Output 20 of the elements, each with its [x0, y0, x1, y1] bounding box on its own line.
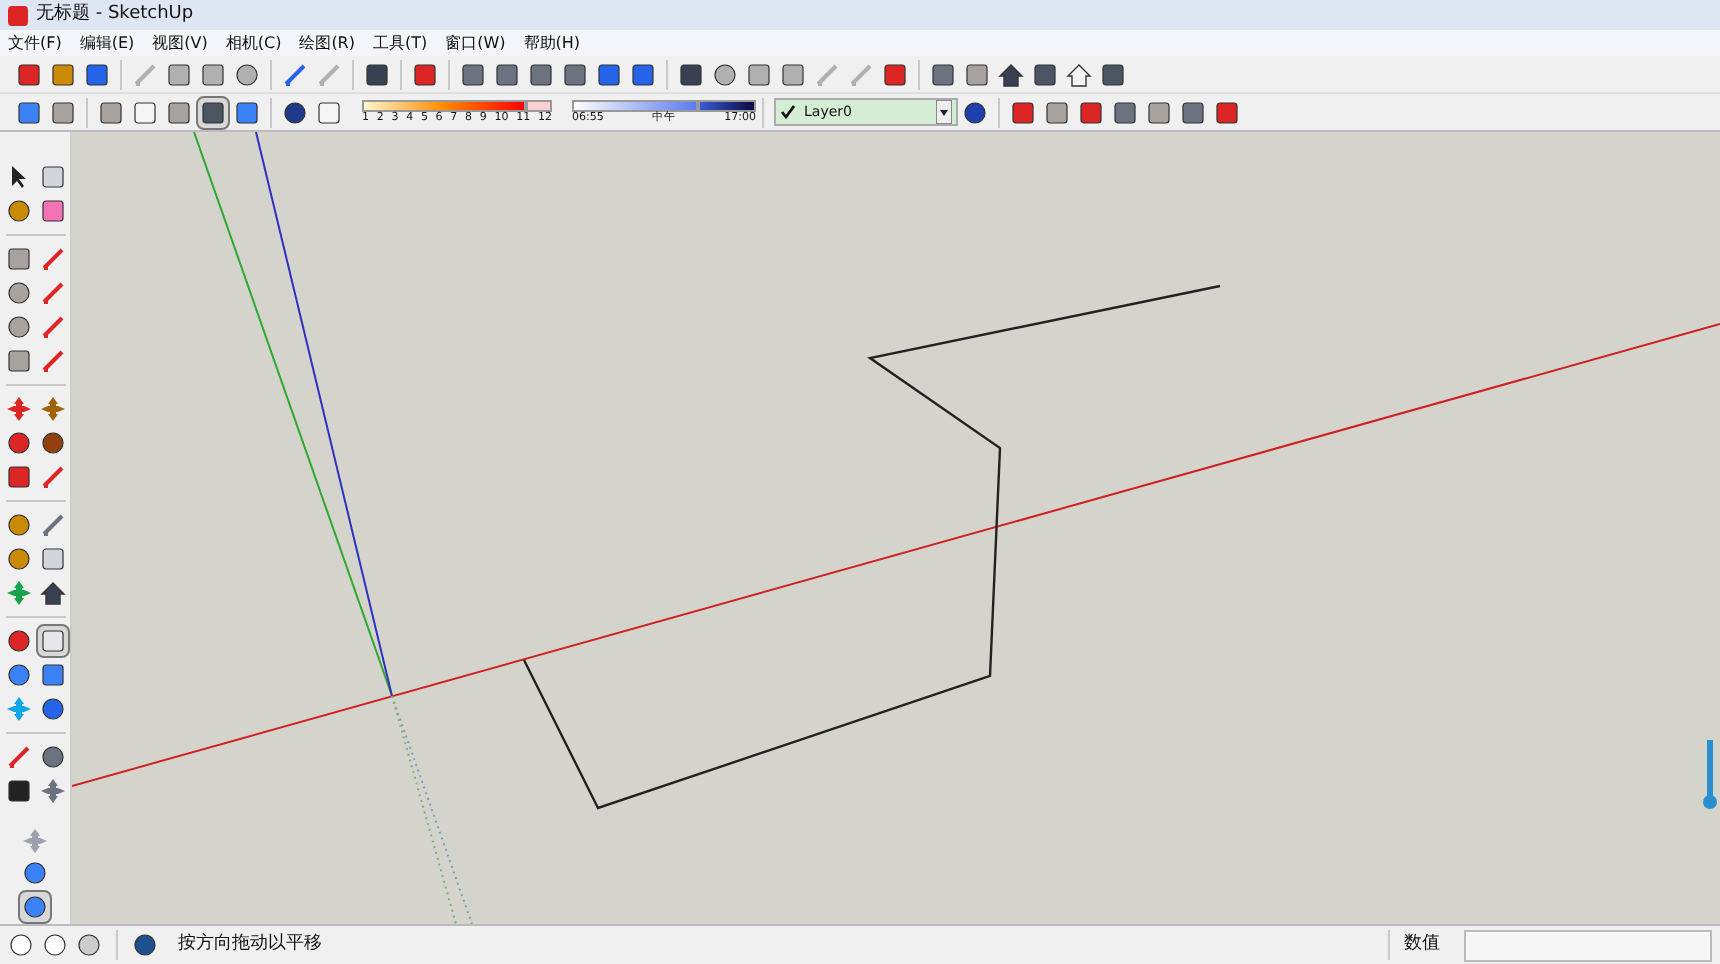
menu-item[interactable]: 视图(V): [152, 35, 208, 51]
toolbar-button[interactable]: [196, 95, 230, 129]
menu-item[interactable]: 相机(C): [225, 35, 282, 51]
menu-item[interactable]: 工具(T): [373, 35, 428, 51]
app-logo-icon: [8, 5, 28, 25]
zoom-handle-icon[interactable]: [1702, 740, 1718, 812]
menu-item[interactable]: 绘图(R): [299, 35, 355, 51]
window-title: 无标题 - SketchUp: [36, 1, 194, 28]
toolbar-button[interactable]: [18, 890, 52, 924]
menu-item[interactable]: 文件(F): [8, 35, 62, 51]
dropdown-caret-icon: [936, 100, 952, 124]
menu-item[interactable]: 帮助(H): [523, 35, 581, 51]
layer-checkbox[interactable]: [780, 104, 798, 120]
value-input-field[interactable]: [1464, 929, 1712, 961]
value-label: 数值: [1404, 931, 1442, 958]
status-hint: 按方向拖动以平移: [178, 931, 324, 958]
time-slider[interactable]: [572, 99, 756, 111]
check-icon: [780, 104, 796, 120]
menu-item[interactable]: 窗口(W): [445, 35, 506, 51]
menu-item[interactable]: 编辑(E): [79, 35, 135, 51]
